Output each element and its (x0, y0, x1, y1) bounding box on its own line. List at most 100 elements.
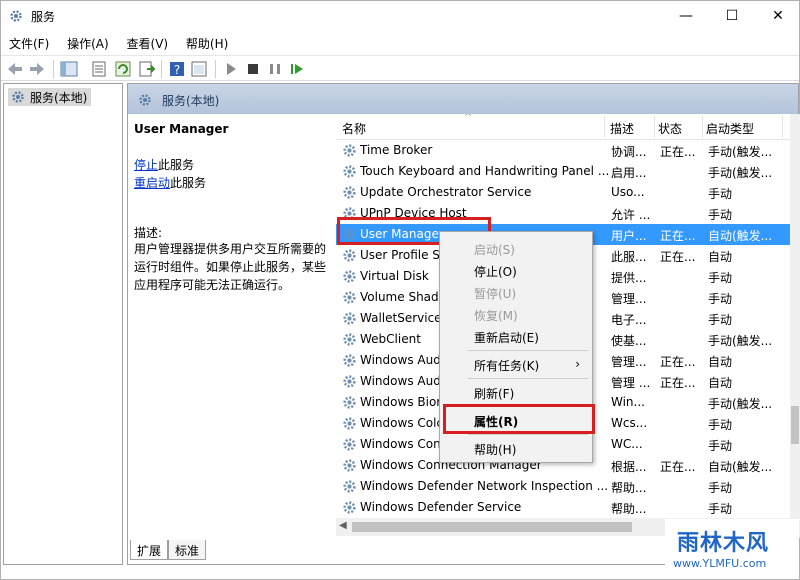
tab-extended[interactable]: 扩展 (130, 540, 169, 560)
services-gear-icon (12, 91, 24, 103)
context-menu-item[interactable]: 所有任务(K) › (440, 354, 592, 376)
column-header-startup-type[interactable]: 启动类型 (706, 120, 754, 137)
window-title: 服务 (31, 10, 56, 24)
menu-bar: 文件(F) 操作(A) 查看(V) 帮助(H) (1, 31, 799, 55)
context-menu-item[interactable]: 重新启动(E) (440, 326, 592, 348)
service-gear-icon (343, 249, 356, 262)
service-description: Wcs... (611, 416, 648, 430)
service-row[interactable]: Update Orchestrator Service Uso... 手动 (336, 182, 790, 203)
menu-file[interactable]: 文件(F) (1, 31, 55, 52)
close-button[interactable]: ✕ (755, 1, 800, 31)
service-gear-icon (343, 480, 356, 493)
properties-sheet-icon[interactable] (89, 59, 109, 79)
toolbar-separator (161, 60, 162, 78)
tree-node-services-local[interactable]: 服务(本地) (8, 88, 92, 106)
console-view-icon[interactable] (189, 59, 209, 79)
column-divider[interactable] (782, 116, 783, 138)
show-hide-tree-icon[interactable] (59, 59, 79, 79)
back-arrow-icon[interactable] (5, 59, 25, 79)
service-gear-icon (343, 312, 356, 325)
context-menu-item[interactable]: 帮助(H) (440, 438, 592, 460)
service-description: 提供... (611, 271, 647, 285)
service-gear-icon (343, 270, 356, 283)
service-gear-icon (343, 438, 356, 451)
service-description: 用户... (611, 229, 647, 243)
service-row[interactable]: Time Broker 协调... 正在... 手动(触发... (336, 140, 790, 161)
service-description: 电子... (611, 313, 647, 327)
service-description: 帮助... (611, 502, 647, 516)
service-description: 根据... (611, 460, 647, 474)
service-status: 正在... (660, 229, 696, 243)
context-menu-label: 所有任务(K) (474, 359, 540, 373)
context-menu-item[interactable]: 启动(S) (440, 238, 592, 260)
context-menu-item[interactable]: 刷新(F) (440, 382, 592, 404)
tab-standard[interactable]: 标准 (168, 540, 207, 560)
context-menu-separator (468, 378, 588, 379)
service-startup-type: 手动 (708, 439, 733, 453)
horizontal-scroll-thumb[interactable] (352, 522, 632, 532)
maximize-button[interactable]: ☐ (709, 1, 755, 31)
vertical-scroll-thumb[interactable] (791, 406, 799, 444)
service-status: 正在... (660, 145, 696, 159)
service-description: 管理 ... (611, 376, 651, 390)
column-header-name[interactable]: 名称 (342, 120, 366, 137)
service-row[interactable]: Windows Defender Service 帮助... 手动 (336, 497, 790, 518)
context-menu-item[interactable]: 暂停(U) (440, 282, 592, 304)
services-window: 服务 — ☐ ✕ 文件(F) 操作(A) 查看(V) 帮助(H) ? 服务(本地… (0, 0, 800, 580)
service-gear-icon (343, 396, 356, 409)
service-description: 允许 ... (611, 208, 651, 222)
menu-help[interactable]: 帮助(H) (178, 31, 234, 52)
export-list-icon[interactable] (137, 59, 157, 79)
service-name: Windows Defender Service (360, 500, 522, 514)
service-actions: 停止此服务 重启动此服务 (134, 156, 206, 192)
stop-suffix: 此服务 (158, 158, 195, 172)
watermark-main: 雨林木风 (677, 531, 770, 556)
column-divider[interactable] (604, 116, 605, 138)
scroll-left-icon[interactable]: ◀ (339, 520, 347, 531)
service-description: 管理... (611, 292, 647, 306)
service-startup-type: 手动(触发... (708, 334, 773, 348)
selected-service-title: User Manager (134, 122, 229, 136)
menu-action[interactable]: 操作(A) (59, 31, 115, 52)
service-status: 正在... (660, 250, 696, 264)
service-description: Uso... (611, 185, 645, 199)
service-gear-icon (343, 144, 356, 157)
service-startup-type: 自动 (708, 376, 733, 390)
pause-service-icon[interactable] (265, 59, 285, 79)
service-description: Win... (611, 395, 645, 409)
column-divider[interactable] (702, 116, 703, 138)
menu-view[interactable]: 查看(V) (119, 31, 175, 52)
service-startup-type: 手动 (708, 271, 733, 285)
service-description: WC... (611, 437, 643, 451)
service-gear-icon (343, 333, 356, 346)
column-divider[interactable] (654, 116, 655, 138)
context-menu-item[interactable]: 停止(O) (440, 260, 592, 282)
context-menu-label: 帮助(H) (474, 443, 517, 457)
service-name: Touch Keyboard and Handwriting Panel ... (360, 164, 610, 178)
restart-service-icon[interactable] (287, 59, 307, 79)
start-service-icon[interactable] (221, 59, 241, 79)
service-gear-icon (343, 501, 356, 514)
column-header-status[interactable]: 状态 (658, 120, 682, 137)
toolbar-separator (215, 60, 216, 78)
minimize-button[interactable]: — (663, 1, 709, 31)
service-description: 使基... (611, 334, 647, 348)
stop-service-icon[interactable] (243, 59, 263, 79)
service-row[interactable]: Touch Keyboard and Handwriting Panel ...… (336, 161, 790, 182)
context-menu-label: 启动(S) (474, 243, 515, 257)
watermark-logo: 雨林木风 www.YLMFU.com (665, 519, 799, 577)
vertical-scrollbar[interactable] (790, 114, 800, 538)
service-row[interactable]: Windows Defender Network Inspection ... 帮… (336, 476, 790, 497)
title-bar: 服务 — ☐ ✕ (1, 1, 799, 31)
context-menu-item[interactable]: 恢复(M) (440, 304, 592, 326)
column-header-description[interactable]: 描述 (610, 120, 634, 137)
service-description: 协调... (611, 145, 647, 159)
service-name: Update Orchestrator Service (360, 185, 532, 199)
help-icon[interactable]: ? (167, 59, 187, 79)
service-description: 管理... (611, 355, 647, 369)
restart-service-link[interactable]: 重启动 (134, 176, 170, 190)
watermark-url: www.YLMFU.com (673, 557, 767, 570)
stop-service-link[interactable]: 停止 (134, 158, 158, 172)
refresh-icon[interactable] (113, 59, 133, 79)
forward-arrow-icon[interactable] (27, 59, 47, 79)
